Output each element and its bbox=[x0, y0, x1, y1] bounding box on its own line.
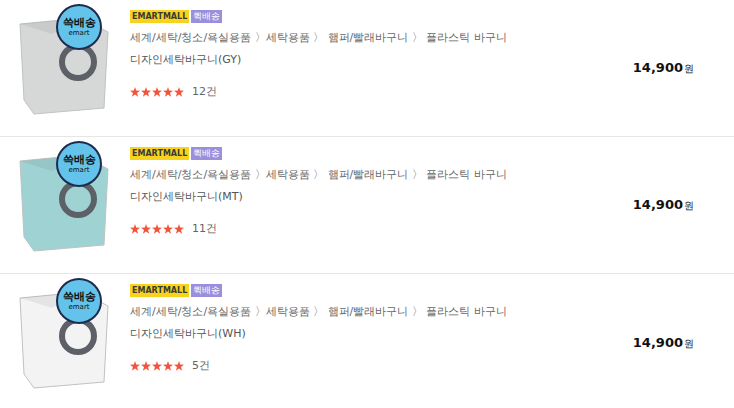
star-icon bbox=[163, 87, 173, 97]
logo-subtext: emart bbox=[68, 29, 89, 38]
rating: 5건 bbox=[130, 358, 604, 374]
product-name[interactable]: 디자인세탁바구니(WH) bbox=[130, 326, 604, 342]
logo-subtext: emart bbox=[68, 166, 89, 175]
price-currency: 원 bbox=[684, 61, 694, 76]
review-count[interactable]: 11건 bbox=[192, 221, 217, 237]
star-icon bbox=[163, 361, 173, 371]
star-icon bbox=[130, 361, 140, 371]
star-icon bbox=[152, 361, 162, 371]
tag-group: EMARTMALL퀵배송 bbox=[130, 147, 604, 160]
price-value: 14,900 bbox=[633, 58, 683, 78]
price-value: 14,900 bbox=[633, 333, 683, 353]
delivery-tag: 퀵배송 bbox=[191, 10, 222, 23]
star-icon bbox=[141, 224, 151, 234]
mall-tag: EMARTMALL bbox=[130, 147, 189, 160]
mall-tag: EMARTMALL bbox=[130, 284, 189, 297]
category-path[interactable]: 세계/세탁/청소/욕실용품 〉세탁용품 〉 햄퍼/빨래바구니 〉 플라스틱 바구… bbox=[130, 304, 604, 320]
category-path[interactable]: 세계/세탁/청소/욕실용품 〉세탁용품 〉 햄퍼/빨래바구니 〉 플라스틱 바구… bbox=[130, 30, 604, 46]
ssg-logo: 쓱배송emart bbox=[56, 278, 102, 324]
tag-group: EMARTMALL퀵배송 bbox=[130, 284, 604, 297]
logo-text: 쓱배송 bbox=[63, 17, 96, 29]
product-image[interactable]: 쓱배송emart bbox=[0, 0, 120, 137]
product-image[interactable]: 쓱배송emart bbox=[0, 137, 120, 274]
price-currency: 원 bbox=[684, 198, 694, 213]
category-path[interactable]: 세계/세탁/청소/욕실용품 〉세탁용품 〉 햄퍼/빨래바구니 〉 플라스틱 바구… bbox=[130, 167, 604, 183]
mall-tag: EMARTMALL bbox=[130, 10, 189, 23]
logo-subtext: emart bbox=[68, 303, 89, 312]
product-info: EMARTMALL퀵배송세계/세탁/청소/욕실용품 〉세탁용품 〉 햄퍼/빨래바… bbox=[120, 0, 604, 136]
star-icon bbox=[174, 224, 184, 234]
price: 14,900원 bbox=[604, 58, 734, 78]
star-rating bbox=[130, 87, 184, 97]
star-icon bbox=[152, 224, 162, 234]
star-rating bbox=[130, 224, 184, 234]
price: 14,900원 bbox=[604, 195, 734, 215]
review-count[interactable]: 12건 bbox=[192, 84, 217, 100]
price-value: 14,900 bbox=[633, 195, 683, 215]
ssg-logo: 쓱배송emart bbox=[56, 141, 102, 187]
star-icon bbox=[174, 361, 184, 371]
product-row[interactable]: 쓱배송emart EMARTMALL퀵배송세계/세탁/청소/욕실용품 〉세탁용품 … bbox=[0, 0, 734, 137]
logo-text: 쓱배송 bbox=[63, 154, 96, 166]
star-icon bbox=[130, 224, 140, 234]
product-info: EMARTMALL퀵배송세계/세탁/청소/욕실용품 〉세탁용품 〉 햄퍼/빨래바… bbox=[120, 274, 604, 408]
tag-group: EMARTMALL퀵배송 bbox=[130, 10, 604, 23]
star-icon bbox=[163, 224, 173, 234]
star-icon bbox=[174, 87, 184, 97]
star-rating bbox=[130, 361, 184, 371]
product-name[interactable]: 디자인세탁바구니(MT) bbox=[130, 189, 604, 205]
star-icon bbox=[130, 87, 140, 97]
review-count[interactable]: 5건 bbox=[192, 358, 210, 374]
logo-text: 쓱배송 bbox=[63, 291, 96, 303]
star-icon bbox=[152, 87, 162, 97]
price: 14,900원 bbox=[604, 333, 734, 353]
rating: 11건 bbox=[130, 221, 604, 237]
product-image[interactable]: 쓱배송emart bbox=[0, 274, 120, 408]
product-row[interactable]: 쓱배송emart EMARTMALL퀵배송세계/세탁/청소/욕실용품 〉세탁용품 … bbox=[0, 137, 734, 274]
price-currency: 원 bbox=[684, 336, 694, 351]
product-name[interactable]: 디자인세탁바구니(GY) bbox=[130, 52, 604, 68]
product-info: EMARTMALL퀵배송세계/세탁/청소/욕실용품 〉세탁용품 〉 햄퍼/빨래바… bbox=[120, 137, 604, 273]
ssg-logo: 쓱배송emart bbox=[56, 4, 102, 50]
star-icon bbox=[141, 87, 151, 97]
delivery-tag: 퀵배송 bbox=[191, 147, 222, 160]
star-icon bbox=[141, 361, 151, 371]
product-row[interactable]: 쓱배송emart EMARTMALL퀵배송세계/세탁/청소/욕실용품 〉세탁용품 … bbox=[0, 274, 734, 408]
rating: 12건 bbox=[130, 84, 604, 100]
delivery-tag: 퀵배송 bbox=[191, 284, 222, 297]
